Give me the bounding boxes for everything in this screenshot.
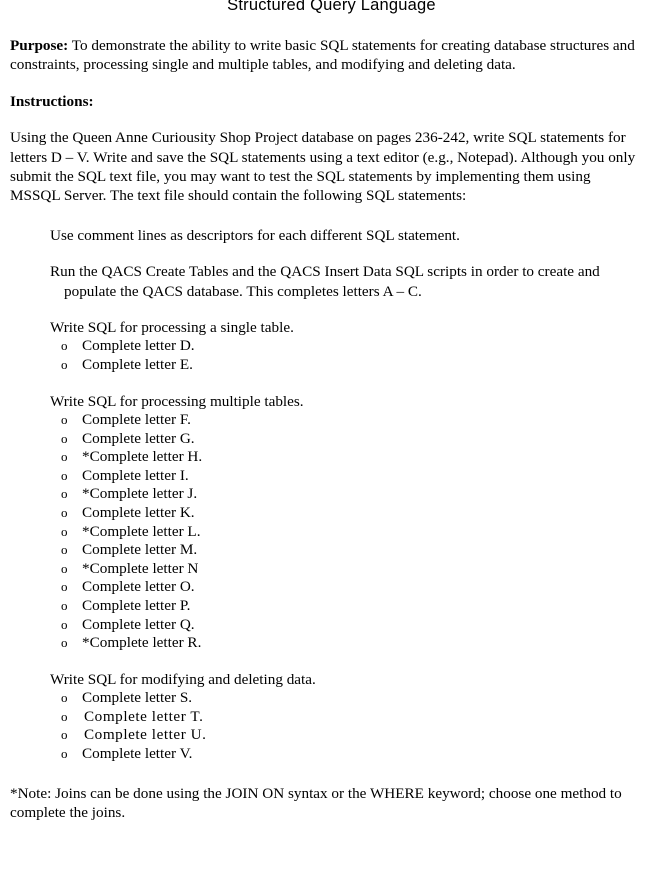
list-item: o Complete letter U. (50, 726, 642, 745)
list-item-label: *Complete letter R. (82, 634, 202, 652)
list-item: o Complete letter S. (50, 689, 642, 708)
list-item-label: Complete letter D. (82, 337, 195, 355)
list-item: o Complete letter G. (50, 430, 642, 449)
footnote: *Note: Joins can be done using the JOIN … (10, 784, 622, 821)
bullet-marker-icon: o (61, 635, 68, 651)
instructions-heading: Instructions: (10, 92, 94, 110)
list-item-label: *Complete letter H. (82, 448, 203, 466)
bullet-marker-icon: o (61, 523, 68, 539)
list-item: o Complete letter D. (50, 337, 642, 356)
list-item: o Complete letter K. (50, 504, 642, 523)
step-text: Use comment lines as descriptors for eac… (50, 226, 460, 244)
purpose-text: To demonstrate the ability to write basi… (10, 37, 635, 74)
list-item: o Complete letter F. (50, 411, 642, 430)
list-item: o Complete letter V. (50, 745, 642, 764)
step-text: Write SQL for modifying and deleting dat… (50, 670, 316, 688)
bullet-marker-icon: o (61, 616, 68, 632)
list-item: o *Complete letter L. (50, 523, 642, 542)
step-single-table: Write SQL for processing a single table.… (50, 318, 642, 375)
bullet-marker-icon: o (61, 486, 68, 502)
bullet-marker-icon: o (61, 560, 68, 576)
list-item: o Complete letter M. (50, 541, 642, 560)
list-item: o *Complete letter H. (50, 448, 642, 467)
step-text: Write SQL for processing multiple tables… (50, 392, 304, 410)
list-item: o *Complete letter R. (50, 634, 642, 653)
step-qacs-scripts: Run the QACS Create Tables and the QACS … (50, 262, 642, 301)
list-item-label: Complete letter G. (82, 429, 195, 447)
list-item-label: Complete letter T. (84, 707, 204, 725)
bullet-marker-icon: o (61, 745, 68, 761)
purpose-label: Purpose: (10, 37, 69, 54)
list-item: o Complete letter E. (50, 356, 642, 375)
bullet-marker-icon: o (61, 727, 69, 743)
bullet-marker-icon: o (61, 505, 68, 521)
list-item-label: Complete letter S. (82, 689, 193, 707)
step-text: Run the QACS Create Tables and the QACS … (50, 263, 600, 300)
list-item: o Complete letter I. (50, 467, 642, 486)
bullet-marker-icon: o (61, 467, 68, 483)
bullet-marker-icon: o (61, 542, 68, 558)
document-page: Structured Query Language Purpose: To de… (0, 0, 663, 896)
document-body: Purpose: To demonstrate the ability to w… (10, 36, 642, 822)
bullet-marker-icon: o (61, 412, 68, 428)
list-item-label: *Complete letter L. (82, 522, 201, 540)
list-item: o Complete letter P. (50, 597, 642, 616)
step-modify-delete: Write SQL for modifying and deleting dat… (50, 670, 642, 764)
bullet-marker-icon: o (61, 430, 68, 446)
step-text: Write SQL for processing a single table. (50, 319, 294, 337)
bullet-list: o Complete letter D. o Complete letter E. (50, 337, 642, 374)
bullet-marker-icon: o (61, 598, 68, 613)
list-item: o *Complete letter J. (50, 485, 642, 504)
bullet-marker-icon: o (61, 338, 68, 354)
list-item-label: Complete letter F. (82, 411, 191, 429)
bullet-list: o Complete letter F. o Complete letter G. … (50, 411, 642, 653)
list-item-label: Complete letter U. (84, 726, 207, 744)
bullet-marker-icon: o (61, 579, 68, 595)
instructions-paragraph: Using the Queen Anne Curiousity Shop Pro… (10, 129, 636, 205)
list-item-label: Complete letter O. (82, 578, 195, 596)
list-item-label: Complete letter P. (82, 597, 191, 614)
list-item-label: Complete letter Q. (82, 615, 195, 633)
purpose-paragraph: Purpose: To demonstrate the ability to w… (10, 36, 642, 75)
list-item-label: Complete letter M. (82, 541, 198, 559)
step-multiple-tables: Write SQL for processing multiple tables… (50, 392, 642, 653)
steps-container: Use comment lines as descriptors for eac… (50, 226, 642, 764)
bullet-list: o Complete letter S. o Complete letter T. … (50, 689, 642, 763)
list-item-label: *Complete letter J. (82, 485, 198, 503)
list-item: o Complete letter Q. (50, 616, 642, 635)
list-item-label: *Complete letter N (82, 559, 199, 577)
list-item: o Complete letter O. (50, 578, 642, 597)
page-title: Structured Query Language (227, 0, 436, 14)
bullet-marker-icon: o (61, 449, 68, 465)
bullet-marker-icon: o (61, 708, 69, 724)
document-title-container: Structured Query Language (0, 0, 663, 22)
list-item: o *Complete letter N (50, 560, 642, 579)
list-item-label: Complete letter K. (82, 504, 195, 522)
bullet-marker-icon: o (61, 357, 68, 373)
list-item-label: Complete letter E. (82, 356, 193, 374)
bullet-marker-icon: o (61, 690, 68, 706)
list-item-label: Complete letter V. (82, 744, 193, 762)
step-comment-lines: Use comment lines as descriptors for eac… (50, 226, 642, 245)
list-item-label: Complete letter I. (82, 466, 189, 484)
list-item: o Complete letter T. (50, 708, 642, 727)
